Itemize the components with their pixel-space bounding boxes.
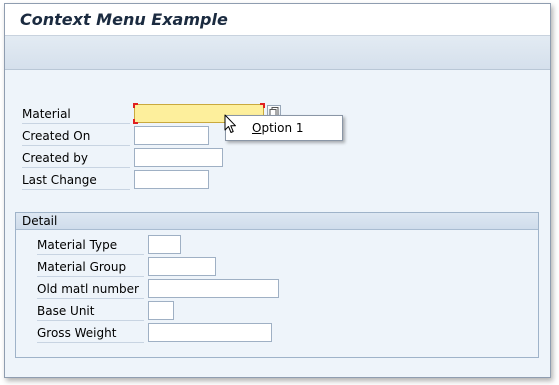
created-on-input[interactable] (134, 126, 209, 145)
last-change-input[interactable] (134, 170, 209, 189)
focus-corner-marker (260, 103, 265, 108)
material-group-input[interactable] (148, 257, 216, 276)
app-window: Context Menu Example Material Created On… (4, 3, 551, 378)
created-by-input[interactable] (134, 148, 223, 167)
focus-corner-marker (133, 119, 138, 124)
material-label: Material (22, 104, 130, 124)
material-group-label: Material Group (37, 257, 144, 277)
focus-corner-marker (133, 103, 138, 108)
old-matl-number-input[interactable] (148, 279, 279, 298)
material-type-input[interactable] (148, 235, 181, 254)
gross-weight-label: Gross Weight (37, 323, 144, 343)
gross-weight-input[interactable] (148, 323, 272, 342)
last-change-label: Last Change (22, 170, 130, 190)
title-bar: Context Menu Example (5, 4, 550, 36)
window-title: Context Menu Example (20, 10, 228, 29)
menu-item-label-rest: ption 1 (261, 121, 304, 135)
created-by-label: Created by (22, 148, 130, 168)
detail-group-header: Detail (16, 213, 538, 230)
context-menu-item-option-1[interactable]: Option 1 (252, 121, 304, 135)
mouse-pointer-icon (224, 114, 236, 133)
detail-group: Detail Material Type Material Group Old … (15, 212, 539, 358)
context-menu: Option 1 (225, 115, 343, 141)
material-type-label: Material Type (37, 235, 144, 255)
detail-group-title: Detail (22, 214, 58, 228)
created-on-label: Created On (22, 126, 130, 146)
application-toolbar (5, 36, 550, 70)
old-matl-number-label: Old matl number (37, 279, 144, 299)
base-unit-label: Base Unit (37, 301, 144, 321)
base-unit-input[interactable] (148, 301, 174, 320)
